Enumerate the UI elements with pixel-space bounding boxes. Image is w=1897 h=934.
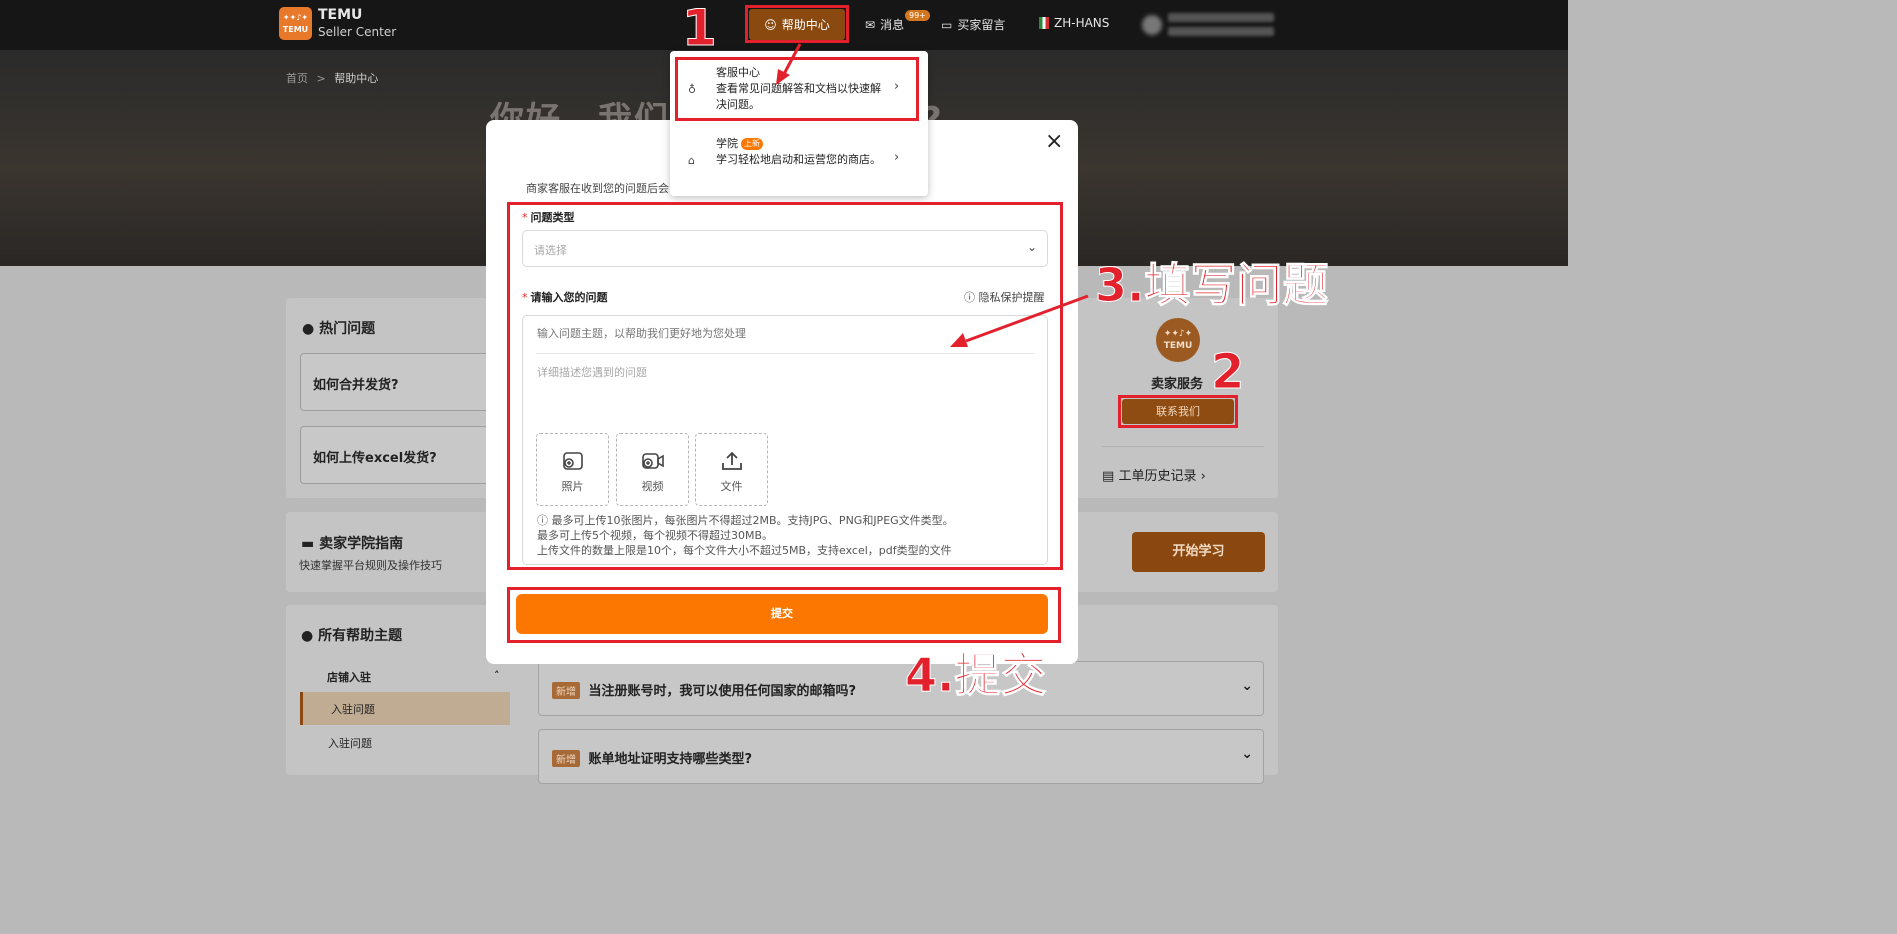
annotation-step3: 3.填写问题	[1094, 258, 1329, 313]
annotation-arrows	[776, 43, 1089, 347]
annotation-step4: 4.提交	[904, 648, 1047, 703]
annotation-step2: 2	[1210, 344, 1245, 400]
annotation-step1: 1	[682, 0, 718, 57]
